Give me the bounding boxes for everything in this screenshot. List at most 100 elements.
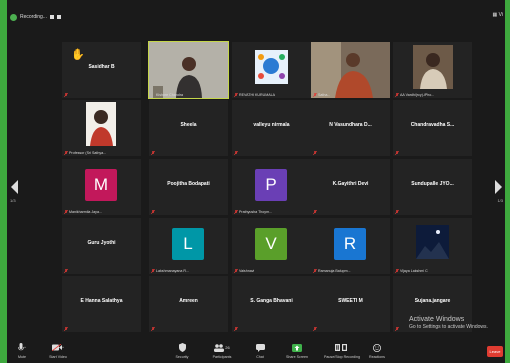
participant-label: Kishore Chandra: [156, 93, 183, 97]
watermark-title: Activate Windows: [409, 316, 465, 323]
participant-tile[interactable]: E Hanna Salathya: [62, 276, 141, 332]
muted-mic-icon: [151, 269, 155, 273]
participant-name: N Vasundhara D...: [329, 122, 372, 128]
participant-label: Manikharmila Jaya...: [69, 210, 102, 214]
participant-avatar: R: [334, 228, 366, 260]
participant-name: Guru Jyothi: [87, 240, 116, 246]
participant-label: Professor (Sri Sathya...: [69, 151, 107, 155]
muted-mic-icon: [313, 269, 317, 273]
participant-profile-picture: [232, 42, 311, 98]
stop-recording-icon[interactable]: [56, 15, 61, 19]
view-button[interactable]: ▦ Vi: [493, 12, 503, 18]
muted-mic-icon: [64, 210, 68, 214]
share-screen-button[interactable]: Share Screen: [282, 342, 312, 359]
participant-name: Chandravadha S...: [410, 122, 455, 128]
share-screen-icon: [282, 342, 312, 353]
raised-hand-icon: ✋: [71, 49, 85, 61]
participant-tile[interactable]: Amreen: [149, 276, 228, 332]
participant-label: Vijaya Lakshmi C: [400, 269, 428, 273]
participant-video: [311, 42, 390, 98]
recording-label: Recording...: [20, 14, 47, 20]
participant-tile[interactable]: Sundupalle JYO...: [393, 159, 472, 215]
participant-tile[interactable]: valleyu nirmala: [232, 100, 311, 156]
participant-tile[interactable]: AA Vardhi(rcy)-iPho...: [393, 42, 472, 98]
microphone-icon: ^: [7, 342, 37, 353]
participant-name: Sundupalle JYO...: [411, 181, 454, 187]
participant-name: valleyu nirmala: [253, 122, 290, 128]
participant-avatar: V: [255, 228, 287, 260]
security-label: Security: [175, 355, 189, 359]
participant-avatar: M: [85, 169, 117, 201]
start-video-button[interactable]: ^ Start Video: [43, 342, 73, 359]
participant-tile[interactable]: Guru Jyothi: [62, 218, 141, 274]
pause-stop-recording-button[interactable]: Pause/Stop Recording: [324, 342, 360, 359]
participant-name: Poojitha Bodapati: [167, 181, 210, 187]
pause-recording-icon[interactable]: [49, 15, 54, 19]
participant-tile[interactable]: P Prathyusha Thoym...: [232, 159, 311, 215]
chat-icon: [245, 342, 275, 353]
view-label: Vi: [498, 12, 503, 18]
participant-profile-picture: [62, 100, 141, 156]
muted-mic-icon: [234, 151, 238, 155]
participant-tile-active-speaker[interactable]: Kishore Chandra: [148, 41, 229, 99]
participant-name: K.Gayithri Devi: [332, 181, 369, 187]
participant-label: AA Vardhi(rcy)-iPho...: [400, 93, 435, 97]
participant-profile-picture: [393, 218, 472, 274]
participant-tile[interactable]: Vijaya Lakshmi C: [393, 218, 472, 274]
participant-tile[interactable]: Poojitha Bodapati: [149, 159, 228, 215]
muted-mic-icon: [395, 269, 399, 273]
page-indicator-left: 1/3: [10, 198, 16, 203]
muted-mic-icon: [64, 151, 68, 155]
participant-tile[interactable]: N Vasundhara D...: [311, 100, 390, 156]
participant-tile[interactable]: M Manikharmila Jaya...: [62, 159, 141, 215]
muted-mic-icon: [151, 210, 155, 214]
muted-mic-icon: [64, 93, 68, 97]
muted-mic-icon: [64, 327, 68, 331]
participant-profile-picture: [393, 42, 472, 98]
participant-tile[interactable]: L Lakshmanayana R...: [149, 218, 228, 274]
participants-icon: 26: [207, 342, 237, 353]
mute-button[interactable]: ^ Mute: [7, 342, 37, 359]
participant-label: Vaishnavi: [239, 269, 255, 273]
participant-tile[interactable]: Chandravadha S...: [393, 100, 472, 156]
top-bar: Recording... ▦ Vi: [7, 0, 505, 34]
muted-mic-icon: [395, 93, 399, 97]
muted-mic-icon: [313, 210, 317, 214]
next-page-icon[interactable]: [494, 180, 502, 194]
participant-grid: ✋ Sasidhar B Kishore Chandra REVATHI KUR…: [62, 41, 472, 332]
participant-avatar: L: [172, 228, 204, 260]
participant-tile[interactable]: K.Gayithri Devi: [311, 159, 390, 215]
participant-tile[interactable]: REVATHI KURUMALA: [232, 42, 311, 98]
reactions-icon: [362, 342, 392, 353]
previous-page-icon[interactable]: [11, 180, 19, 194]
muted-mic-icon: [151, 151, 155, 155]
pause-stop-recording-label: Pause/Stop Recording: [324, 355, 360, 359]
activate-windows-watermark: Activate Windows Go to Settings to activ…: [409, 316, 488, 330]
watermark-subtitle: Go to Settings to activate Windows.: [409, 324, 488, 330]
security-button[interactable]: Security: [167, 342, 197, 359]
muted-mic-icon: [313, 327, 317, 331]
participant-tile[interactable]: ✋ Sasidhar B: [62, 42, 141, 98]
participant-name: SWEETI M: [338, 298, 363, 304]
participant-tile[interactable]: SWEETI M: [311, 276, 390, 332]
participant-count: 26: [225, 345, 230, 350]
grid-view-icon: ▦: [492, 12, 498, 18]
participant-tile[interactable]: Professor (Sri Sathya...: [62, 100, 141, 156]
participant-video: [149, 42, 228, 98]
shield-icon: [167, 342, 197, 353]
recording-indicator[interactable]: Recording...: [10, 11, 61, 23]
participant-tile[interactable]: Sheela: [149, 100, 228, 156]
muted-mic-icon: [64, 269, 68, 273]
participant-tile[interactable]: R Ramanuja Balupm...: [311, 218, 390, 274]
muted-mic-icon: [313, 93, 317, 97]
participant-tile[interactable]: V Vaishnavi: [232, 218, 311, 274]
participant-tile[interactable]: Satha...: [311, 42, 390, 98]
participants-button[interactable]: 26 Participants: [207, 342, 237, 359]
reactions-button[interactable]: Reactions: [362, 342, 392, 359]
chat-button[interactable]: Chat: [245, 342, 275, 359]
leave-button[interactable]: Leave: [487, 346, 503, 357]
participant-label: Satha...: [318, 93, 331, 97]
muted-mic-icon: [395, 327, 399, 331]
participant-tile[interactable]: S. Ganga Bhavani: [232, 276, 311, 332]
zoom-meeting-window: Recording... ▦ Vi 1/3 1/3 ✋ Sasidhar B K…: [7, 0, 505, 363]
